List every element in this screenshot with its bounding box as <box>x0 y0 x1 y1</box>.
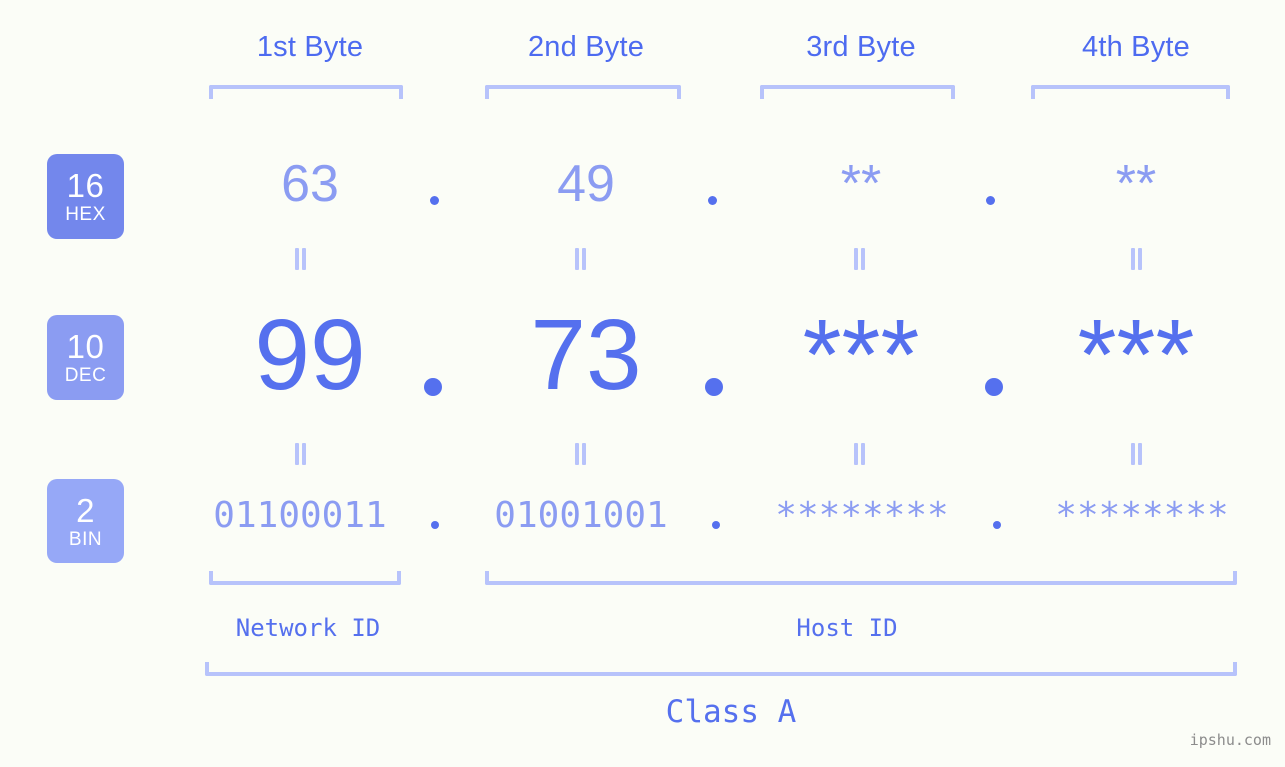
radix-badge-dec: 10 DEC <box>47 315 124 400</box>
network-id-bracket <box>209 571 401 585</box>
ip-address-breakdown-diagram: 1st Byte 2nd Byte 3rd Byte 4th Byte 16 H… <box>0 0 1285 767</box>
dec-byte-2-value: 73 <box>530 299 642 411</box>
equals-connector-hex-dec-3 <box>853 248 867 270</box>
bin-byte-4-value: ******** <box>1055 495 1229 536</box>
bin-separator-3 <box>993 521 1001 529</box>
radix-badge-bin: 2 BIN <box>47 479 124 563</box>
hex-separator-1 <box>430 196 439 205</box>
dec-byte-1-value: 99 <box>254 299 366 411</box>
byte-bracket-2 <box>485 85 681 99</box>
equals-connector-dec-bin-4 <box>1130 443 1144 465</box>
bin-separator-2 <box>712 521 720 529</box>
radix-badge-hex-name: HEX <box>65 204 106 225</box>
bin-byte-1-value: 01100011 <box>213 495 387 536</box>
dec-separator-3 <box>985 378 1003 396</box>
byte-header-1: 1st Byte <box>256 31 364 63</box>
hex-byte-4-value: ** <box>1115 155 1157 213</box>
equals-connector-hex-dec-2 <box>574 248 588 270</box>
bin-byte-2-value: 01001001 <box>494 495 668 536</box>
hex-byte-3-value: ** <box>840 155 882 213</box>
byte-bracket-4 <box>1031 85 1230 99</box>
dec-separator-2 <box>705 378 723 396</box>
equals-connector-dec-bin-2 <box>574 443 588 465</box>
radix-badge-dec-name: DEC <box>64 365 107 386</box>
radix-badge-bin-number: 2 <box>76 491 95 529</box>
hex-separator-3 <box>986 196 995 205</box>
byte-header-3: 3rd Byte <box>806 31 916 63</box>
radix-badge-hex: 16 HEX <box>47 154 124 239</box>
class-label: Class A <box>665 694 797 730</box>
radix-badge-dec-number: 10 <box>66 328 105 365</box>
radix-badge-bin-name: BIN <box>68 528 103 550</box>
site-watermark: ipshu.com <box>1189 731 1271 749</box>
equals-connector-dec-bin-3 <box>853 443 867 465</box>
hex-separator-2 <box>708 196 717 205</box>
host-id-label: Host ID <box>796 614 898 642</box>
byte-bracket-3 <box>760 85 955 99</box>
bin-byte-3-value: ******** <box>775 495 949 536</box>
radix-badge-hex-number: 16 <box>66 167 105 204</box>
byte-bracket-1 <box>209 85 403 99</box>
network-id-label: Network ID <box>235 614 381 642</box>
hex-byte-2-value: 49 <box>557 155 615 213</box>
equals-connector-dec-bin-1 <box>294 443 308 465</box>
host-id-bracket <box>485 571 1237 585</box>
dec-separator-1 <box>424 378 442 396</box>
byte-header-2: 2nd Byte <box>527 31 645 63</box>
byte-header-4: 4th Byte <box>1082 31 1190 63</box>
class-bracket <box>205 662 1237 676</box>
bin-separator-1 <box>431 521 439 529</box>
hex-byte-1-value: 63 <box>281 155 339 213</box>
dec-byte-4-value: *** <box>1077 299 1195 411</box>
equals-connector-hex-dec-1 <box>294 248 308 270</box>
dec-byte-3-value: *** <box>802 299 920 411</box>
equals-connector-hex-dec-4 <box>1130 248 1144 270</box>
